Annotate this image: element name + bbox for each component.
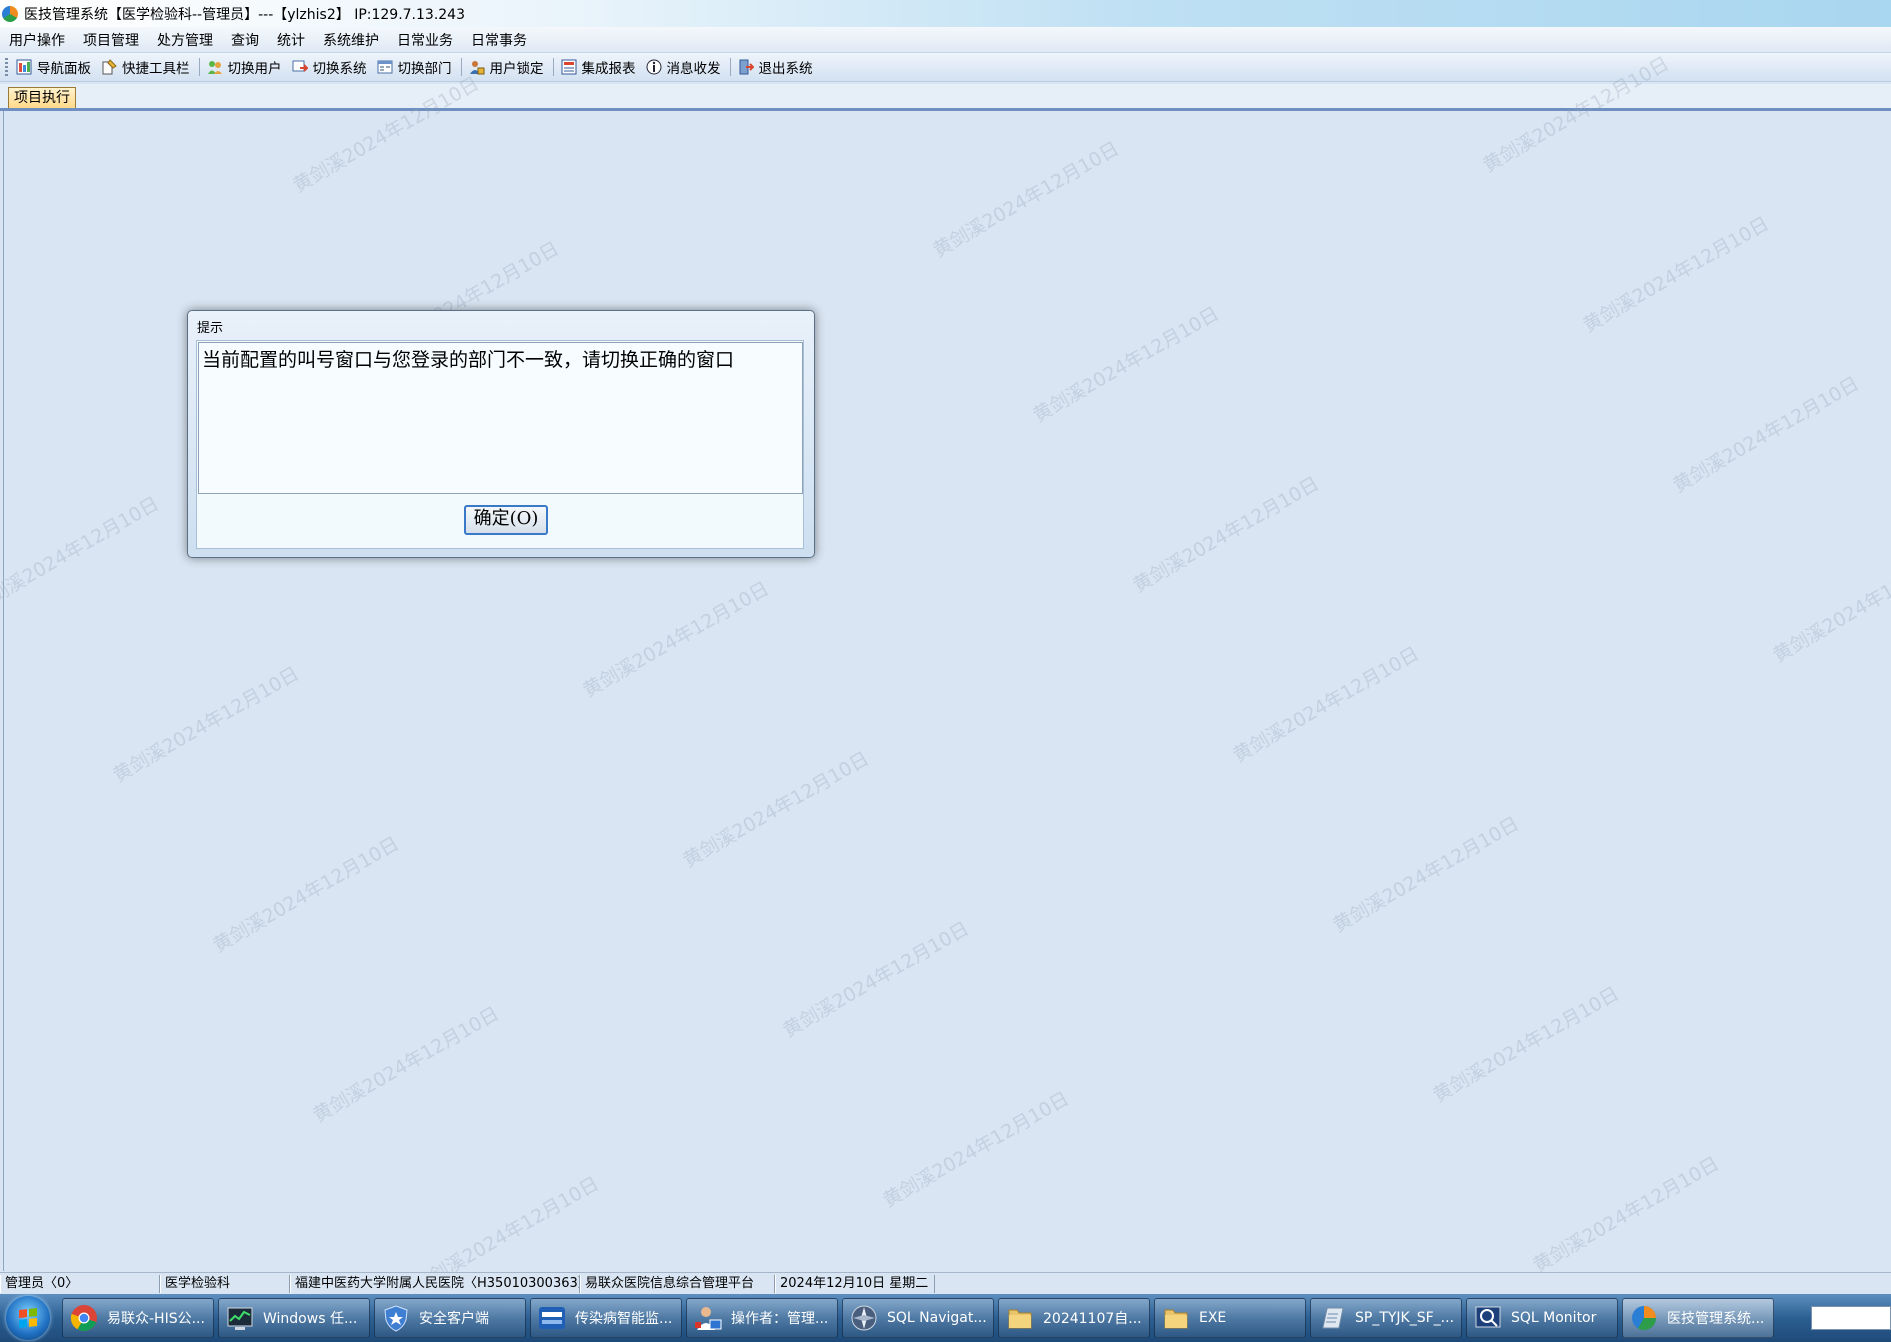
sql-monitor-icon <box>1473 1303 1503 1333</box>
taskbar-item-label: Windows 任... <box>263 1311 358 1327</box>
taskbar-item-label: 医技管理系统... <box>1667 1311 1765 1327</box>
title-bar: 医技管理系统【医学检验科--管理员】---【ylzhis2】 IP:129.7.… <box>0 0 1891 28</box>
message-button[interactable]: 消息收发 <box>642 55 727 79</box>
taskbar-item-sql-monitor[interactable]: SQL Monitor <box>1466 1298 1618 1338</box>
task-manager-icon <box>225 1303 255 1333</box>
folder-icon <box>1161 1303 1191 1333</box>
taskbar-item-label: SQL Navigat... <box>887 1310 987 1326</box>
menu-statistics[interactable]: 统计 <box>268 30 314 50</box>
taskbar-item-sp-script[interactable]: SP_TYJK_SF_... <box>1310 1298 1462 1338</box>
start-button[interactable] <box>6 1296 50 1340</box>
status-dept: 医学检验科 <box>160 1275 290 1293</box>
taskbar-tray-area[interactable] <box>1811 1306 1891 1330</box>
switch-user-button[interactable]: 切换用户 <box>203 55 288 79</box>
taskbar-item-sql-navigator[interactable]: SQL Navigat... <box>842 1298 994 1338</box>
switch-dept-label: 切换部门 <box>397 61 452 77</box>
tab-project-execution[interactable]: 项目执行 <box>8 87 76 108</box>
doctor-icon <box>693 1303 723 1333</box>
dialog-message: 当前配置的叫号窗口与您登录的部门不一致，请切换正确的窗口 <box>198 342 803 494</box>
adcpa-icon <box>537 1303 567 1333</box>
switch-dept-button[interactable]: 切换部门 <box>373 55 458 79</box>
status-platform: 易联众医院信息综合管理平台 <box>580 1275 775 1293</box>
dialog-title: 提示 <box>197 321 224 336</box>
nav-panel-icon <box>16 59 32 75</box>
toolbar-separator <box>729 58 731 76</box>
toolbar-grip[interactable] <box>5 58 8 76</box>
menu-project-mgmt[interactable]: 项目管理 <box>74 30 148 50</box>
taskbar-item-label: EXE <box>1199 1310 1227 1326</box>
menu-bar: 用户操作 项目管理 处方管理 查询 统计 系统维护 日常业务 日常事务 <box>0 27 1891 53</box>
status-user: 管理员〈0〉 <box>0 1275 160 1293</box>
quick-toolbar-button[interactable]: 快捷工具栏 <box>97 55 196 79</box>
toolbar-separator <box>198 58 200 76</box>
toolbar-separator <box>552 58 554 76</box>
taskbar-item-medtech-system[interactable]: 医技管理系统... <box>1622 1298 1774 1338</box>
app-icon <box>2 5 18 22</box>
report-icon <box>561 59 577 75</box>
toolbar-separator <box>460 58 462 76</box>
exit-button[interactable]: 退出系统 <box>734 55 819 79</box>
taskbar-item-operator[interactable]: 操作者：管理... <box>686 1298 838 1338</box>
prompt-dialog: 提示 当前配置的叫号窗口与您登录的部门不一致，请切换正确的窗口 确定(O) <box>187 310 815 558</box>
user-lock-button[interactable]: 用户锁定 <box>465 55 550 79</box>
taskbar-item-label: 易联众-HIS公... <box>107 1311 205 1327</box>
taskbar-item-infectious-monitor[interactable]: 传染病智能监... <box>530 1298 682 1338</box>
status-hospital: 福建中医药大学附属人民医院〈H35010300363〉 <box>290 1275 580 1293</box>
exit-label: 退出系统 <box>758 61 813 77</box>
status-date: 2024年12月10日 星期二 <box>775 1275 935 1293</box>
info-icon <box>646 59 662 75</box>
switch-system-icon <box>292 59 308 75</box>
chrome-icon <box>69 1303 99 1333</box>
taskbar-item-label: SP_TYJK_SF_... <box>1355 1310 1455 1326</box>
main-workspace <box>3 111 1891 1271</box>
switch-user-icon <box>207 59 223 75</box>
taskbar-item-label: 操作者：管理... <box>731 1311 829 1327</box>
menu-system-maintenance[interactable]: 系统维护 <box>314 30 388 50</box>
windows-logo-icon <box>19 1308 37 1328</box>
integrated-report-button[interactable]: 集成报表 <box>557 55 642 79</box>
taskbar: 易联众-HIS公... Windows 任... 安全客户端 传染病智能监...… <box>0 1294 1891 1342</box>
ok-button[interactable]: 确定(O) <box>464 505 548 535</box>
folder-icon <box>1005 1303 1035 1333</box>
user-lock-label: 用户锁定 <box>489 61 544 77</box>
app-icon <box>1629 1303 1659 1333</box>
switch-dept-icon <box>377 59 393 75</box>
switch-system-label: 切换系统 <box>312 61 367 77</box>
tab-strip: 项目执行 <box>0 84 1891 111</box>
menu-query[interactable]: 查询 <box>222 30 268 50</box>
menu-daily-affairs[interactable]: 日常事务 <box>462 30 536 50</box>
script-icon <box>1317 1303 1347 1333</box>
taskbar-item-chrome[interactable]: 易联众-HIS公... <box>62 1298 214 1338</box>
compass-icon <box>849 1303 879 1333</box>
exit-icon <box>738 59 754 75</box>
nav-panel-label: 导航面板 <box>37 61 91 77</box>
taskbar-item-folder-exe[interactable]: EXE <box>1154 1298 1306 1338</box>
taskbar-item-label: 安全客户端 <box>419 1311 489 1327</box>
status-bar: 管理员〈0〉 医学检验科 福建中医药大学附属人民医院〈H35010300363〉… <box>0 1272 1891 1295</box>
taskbar-item-security-client[interactable]: 安全客户端 <box>374 1298 526 1338</box>
shield-icon <box>381 1303 411 1333</box>
quick-toolbar-icon <box>101 59 117 75</box>
menu-daily-business[interactable]: 日常业务 <box>388 30 462 50</box>
switch-system-button[interactable]: 切换系统 <box>288 55 373 79</box>
taskbar-item-label: 传染病智能监... <box>575 1311 673 1327</box>
taskbar-item-label: 20241107自... <box>1043 1311 1142 1327</box>
switch-user-label: 切换用户 <box>227 61 282 77</box>
menu-prescription-mgmt[interactable]: 处方管理 <box>148 30 222 50</box>
window-title: 医技管理系统【医学检验科--管理员】---【ylzhis2】 IP:129.7.… <box>24 6 465 23</box>
message-label: 消息收发 <box>666 61 721 77</box>
nav-panel-button[interactable]: 导航面板 <box>12 55 97 79</box>
toolbar: 导航面板 快捷工具栏 切换用户 切换系统 切换部门 用户锁定 集成报表 消息收发… <box>0 53 1891 82</box>
taskbar-item-folder-20241107[interactable]: 20241107自... <box>998 1298 1150 1338</box>
taskbar-item-label: SQL Monitor <box>1511 1310 1597 1326</box>
user-lock-icon <box>469 59 485 75</box>
taskbar-item-task-manager[interactable]: Windows 任... <box>218 1298 370 1338</box>
quick-toolbar-label: 快捷工具栏 <box>122 61 190 77</box>
menu-user-ops[interactable]: 用户操作 <box>0 30 74 50</box>
dialog-body: 当前配置的叫号窗口与您登录的部门不一致，请切换正确的窗口 确定(O) <box>196 340 804 549</box>
integrated-report-label: 集成报表 <box>581 61 636 77</box>
